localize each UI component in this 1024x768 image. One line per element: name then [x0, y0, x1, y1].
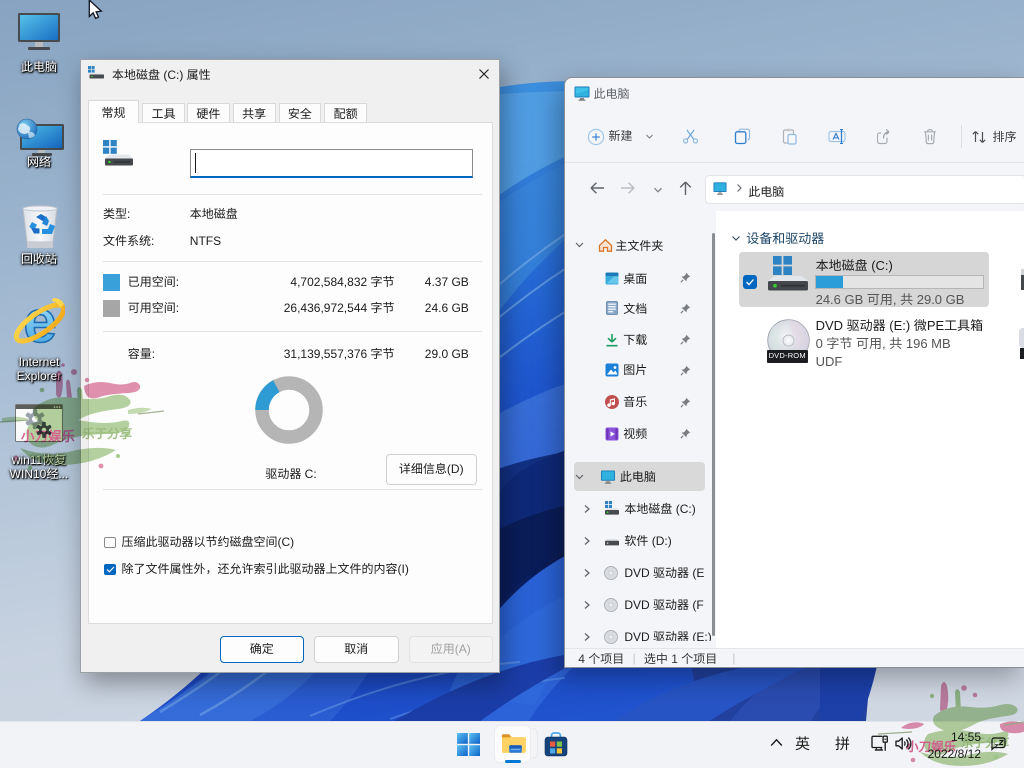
svg-text:小刀娱乐: 小刀娱乐 — [20, 429, 76, 444]
svg-text:乐于分享: 乐于分享 — [82, 427, 133, 441]
svg-text:乐于分享: 乐于分享 — [961, 736, 1010, 750]
svg-text:小刀娱乐: 小刀娱乐 — [905, 740, 957, 754]
